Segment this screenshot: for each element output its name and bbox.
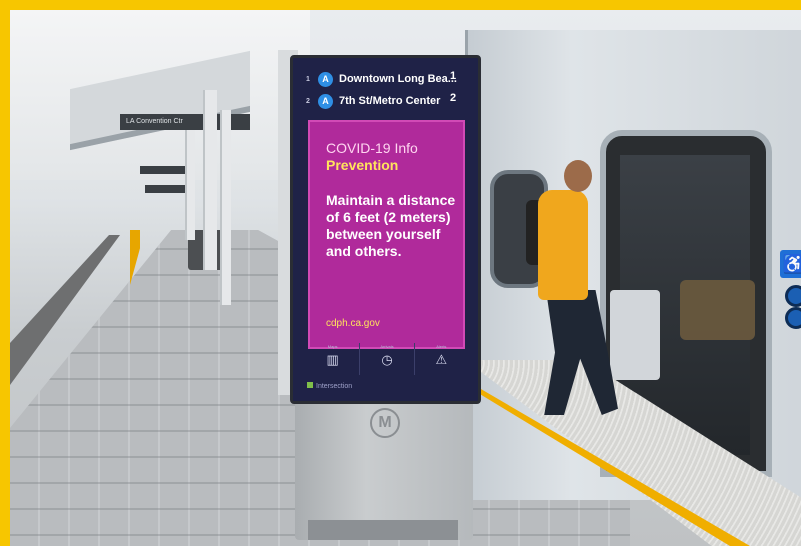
route-row-1[interactable]: 1 A Downtown Long Bea... <box>306 70 457 88</box>
tile-maps[interactable]: Maps ▥ <box>306 343 361 375</box>
tile-arrivals[interactable]: Arrivals ◷ <box>360 343 415 375</box>
door-button-bottom <box>785 307 801 329</box>
line-badge-a: A <box>318 71 333 87</box>
platform-sign-far <box>145 185 185 193</box>
route-destination: Downtown Long Bea... <box>339 73 457 85</box>
tile-alerts[interactable]: Alerts ⚠ <box>415 343 468 375</box>
intersection-logo-icon <box>307 382 313 388</box>
metro-logo: M <box>370 408 400 438</box>
kiosk-foot <box>308 520 458 540</box>
alert-title: COVID-19 Info <box>326 140 418 156</box>
route-eta-1: 1 <box>450 70 457 82</box>
clock-icon: ◷ <box>381 352 393 367</box>
warning-icon: ⚠ <box>435 352 448 367</box>
station-photo: LA Convention Ctr ♿ M 1 A Downtown Long … <box>10 10 801 546</box>
wheelchair-icon: ♿ <box>780 250 801 278</box>
route-row-2[interactable]: 2 A 7th St/Metro Center <box>306 92 440 110</box>
line-badge-a: A <box>318 93 333 109</box>
alert-message: Maintain a distance of 6 feet (2 meters)… <box>326 192 456 259</box>
platform-sign <box>140 166 190 174</box>
alert-subtitle: Prevention <box>326 157 399 173</box>
kiosk-nav-tiles: Maps ▥ Arrivals ◷ Alerts ⚠ <box>306 343 468 375</box>
train-seat <box>680 280 755 340</box>
door-button-top <box>785 285 801 307</box>
route-eta-2: 2 <box>450 92 457 104</box>
covid-alert-panel: COVID-19 Info Prevention Maintain a dist… <box>308 120 465 349</box>
photo-frame: LA Convention Ctr ♿ M 1 A Downtown Long … <box>0 0 801 546</box>
alert-url[interactable]: cdph.ca.gov <box>326 318 380 329</box>
person-yellow-sweatshirt <box>538 190 588 300</box>
door-panel <box>610 290 660 380</box>
route-destination: 7th St/Metro Center <box>339 95 441 107</box>
intersection-brand: Intersection <box>307 382 352 390</box>
person-head <box>564 160 592 192</box>
map-icon: ▥ <box>326 352 339 367</box>
